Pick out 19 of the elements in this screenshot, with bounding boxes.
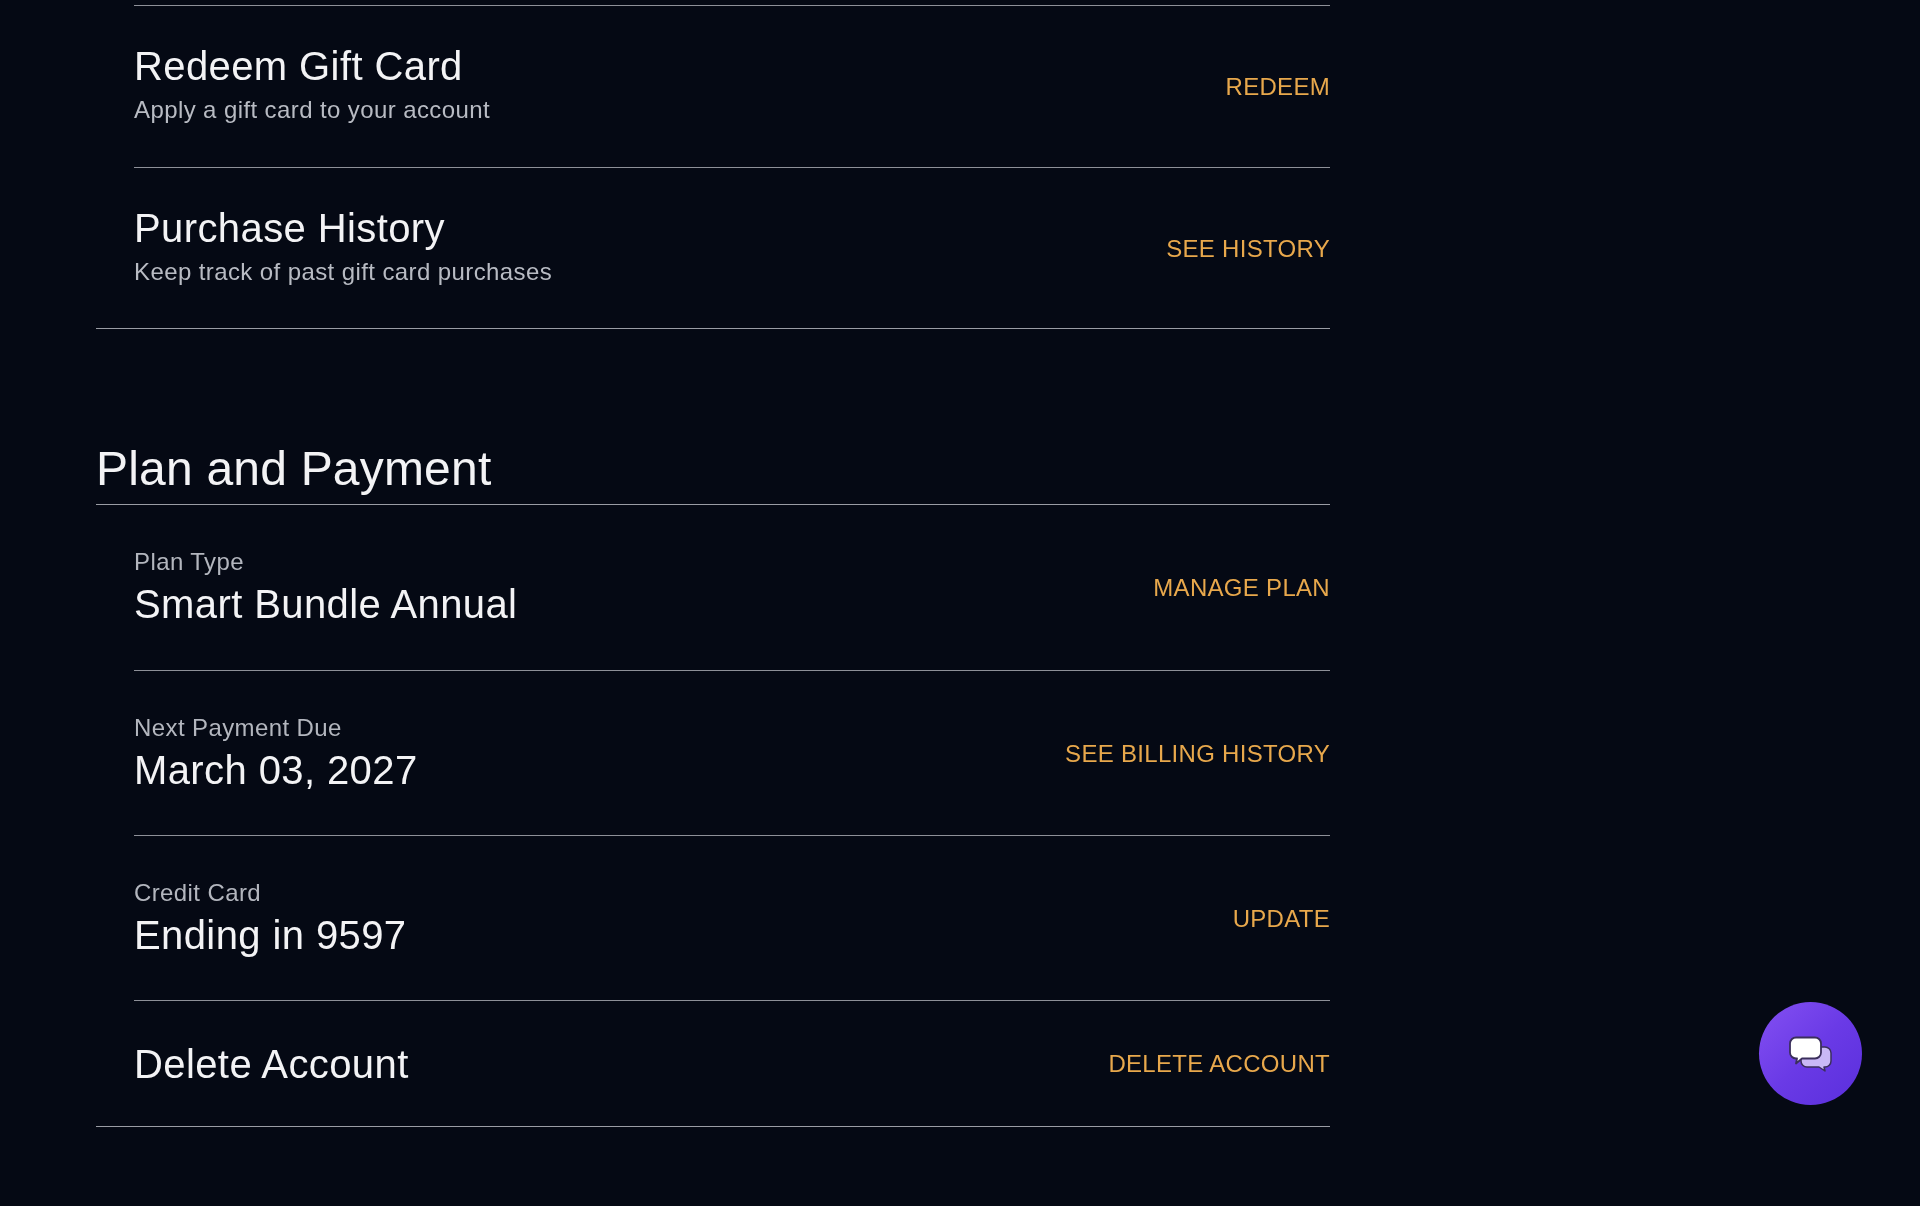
action-link[interactable]: DELETE ACCOUNT [1108, 1049, 1330, 1078]
action-link[interactable]: SEE BILLING HISTORY [1065, 738, 1330, 768]
action-link[interactable]: UPDATE [1232, 903, 1330, 933]
row-title: Purchase History [134, 204, 445, 252]
row-title: Delete Account [134, 1040, 409, 1088]
action-link[interactable]: REDEEM [1225, 72, 1330, 101]
field-value: Smart Bundle Annual [134, 581, 518, 628]
action-link[interactable]: MANAGE PLAN [1153, 573, 1330, 602]
row-description: Keep track of past gift card purchases [134, 256, 553, 286]
field-label: Credit Card [134, 877, 262, 907]
section-heading: Plan and Payment [96, 442, 492, 495]
row-title: Redeem Gift Card [134, 43, 463, 90]
field-label: Plan Type [134, 547, 244, 576]
field-value: March 03, 2027 [134, 746, 418, 794]
field-label: Next Payment Due [134, 712, 342, 742]
action-link[interactable]: SEE HISTORY [1166, 233, 1330, 263]
field-value: Ending in 9597 [134, 911, 407, 959]
row-description: Apply a gift card to your account [134, 95, 491, 124]
chat-bubbles-icon [1788, 1035, 1833, 1072]
